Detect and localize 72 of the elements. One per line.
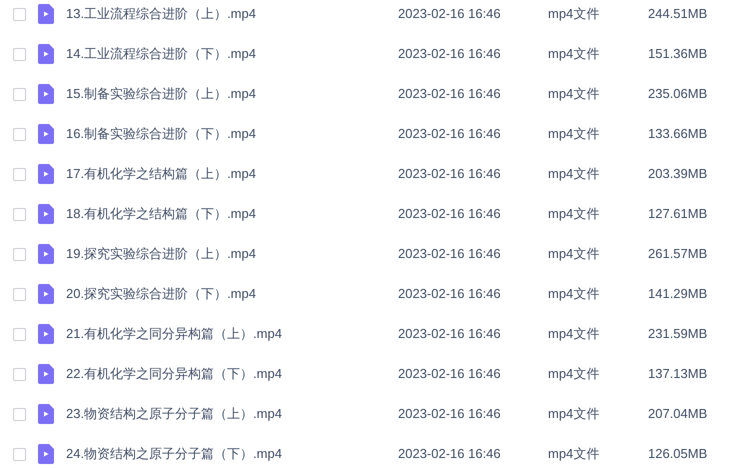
video-file-icon — [38, 244, 54, 264]
file-size: 141.29MB — [648, 285, 708, 304]
file-type: mp4文件 — [548, 245, 600, 264]
checkbox[interactable] — [13, 248, 26, 260]
file-size: 231.59MB — [648, 325, 708, 344]
video-file-icon — [38, 364, 54, 384]
modified-date: 2023-02-16 16:46 — [398, 85, 502, 104]
checkbox[interactable] — [13, 128, 26, 140]
modified-date: 2023-02-16 16:46 — [398, 365, 502, 384]
checkbox[interactable] — [13, 208, 26, 220]
file-name[interactable]: 14.工业流程综合进阶（下）.mp4 — [66, 44, 398, 64]
modified-date: 2023-02-16 16:46 — [398, 325, 502, 344]
file-name[interactable]: 15.制备实验综合进阶（上）.mp4 — [66, 84, 398, 104]
file-name[interactable]: 24.物资结构之原子分子篇（下）.mp4 — [66, 444, 398, 464]
video-file-icon — [38, 444, 54, 464]
video-file-icon — [38, 204, 54, 224]
file-size: 127.61MB — [648, 205, 708, 224]
file-size: 133.66MB — [648, 125, 708, 144]
file-type: mp4文件 — [548, 445, 600, 464]
video-file-icon — [38, 284, 54, 304]
file-type: mp4文件 — [548, 325, 600, 344]
checkbox[interactable] — [13, 168, 26, 180]
file-size: 137.13MB — [648, 365, 708, 384]
checkbox[interactable] — [13, 88, 26, 100]
file-type: mp4文件 — [548, 205, 600, 224]
file-type: mp4文件 — [548, 165, 600, 184]
modified-date: 2023-02-16 16:46 — [398, 125, 502, 144]
video-file-icon — [38, 4, 54, 24]
file-name[interactable]: 21.有机化学之同分异构篇（上）.mp4 — [66, 324, 398, 344]
modified-date: 2023-02-16 16:46 — [398, 445, 502, 464]
file-name[interactable]: 19.探究实验综合进阶（上）.mp4 — [66, 244, 398, 264]
file-name[interactable]: 22.有机化学之同分异构篇（下）.mp4 — [66, 364, 398, 384]
checkbox[interactable] — [13, 328, 26, 340]
video-file-icon — [38, 404, 54, 424]
checkbox[interactable] — [13, 408, 26, 420]
video-file-icon — [38, 164, 54, 184]
video-file-icon — [38, 44, 54, 64]
file-type: mp4文件 — [548, 365, 600, 384]
modified-date: 2023-02-16 16:46 — [398, 45, 502, 64]
modified-date: 2023-02-16 16:46 — [398, 205, 502, 224]
modified-date: 2023-02-16 16:46 — [398, 285, 502, 304]
file-size: 203.39MB — [648, 165, 708, 184]
file-size: 244.51MB — [648, 5, 708, 24]
file-size: 261.57MB — [648, 245, 708, 264]
file-size: 207.04MB — [648, 405, 708, 424]
checkbox[interactable] — [13, 448, 26, 460]
checkbox[interactable] — [13, 288, 26, 300]
file-size: 151.36MB — [648, 45, 708, 64]
file-size: 235.06MB — [648, 85, 708, 104]
modified-date: 2023-02-16 16:46 — [398, 405, 502, 424]
modified-date: 2023-02-16 16:46 — [398, 5, 502, 24]
modified-date: 2023-02-16 16:46 — [398, 245, 502, 264]
file-name[interactable]: 17.有机化学之结构篇（上）.mp4 — [66, 164, 398, 184]
checkbox[interactable] — [13, 368, 26, 380]
file-name[interactable]: 20.探究实验综合进阶（下）.mp4 — [66, 284, 398, 304]
file-type: mp4文件 — [548, 45, 600, 64]
file-type: mp4文件 — [548, 5, 600, 24]
file-size: 126.05MB — [648, 445, 708, 464]
file-name[interactable]: 18.有机化学之结构篇（下）.mp4 — [66, 204, 398, 224]
file-name[interactable]: 13.工业流程综合进阶（上）.mp4 — [66, 4, 398, 24]
file-type: mp4文件 — [548, 285, 600, 304]
file-type: mp4文件 — [548, 85, 600, 104]
file-name[interactable]: 23.物资结构之原子分子篇（上）.mp4 — [66, 404, 398, 424]
file-type: mp4文件 — [548, 125, 600, 144]
checkbox[interactable] — [13, 8, 26, 20]
modified-date: 2023-02-16 16:46 — [398, 165, 502, 184]
checkbox[interactable] — [13, 48, 26, 60]
video-file-icon — [38, 324, 54, 344]
video-file-icon — [38, 124, 54, 144]
file-name[interactable]: 16.制备实验综合进阶（下）.mp4 — [66, 124, 398, 144]
video-file-icon — [38, 84, 54, 104]
file-type: mp4文件 — [548, 405, 600, 424]
